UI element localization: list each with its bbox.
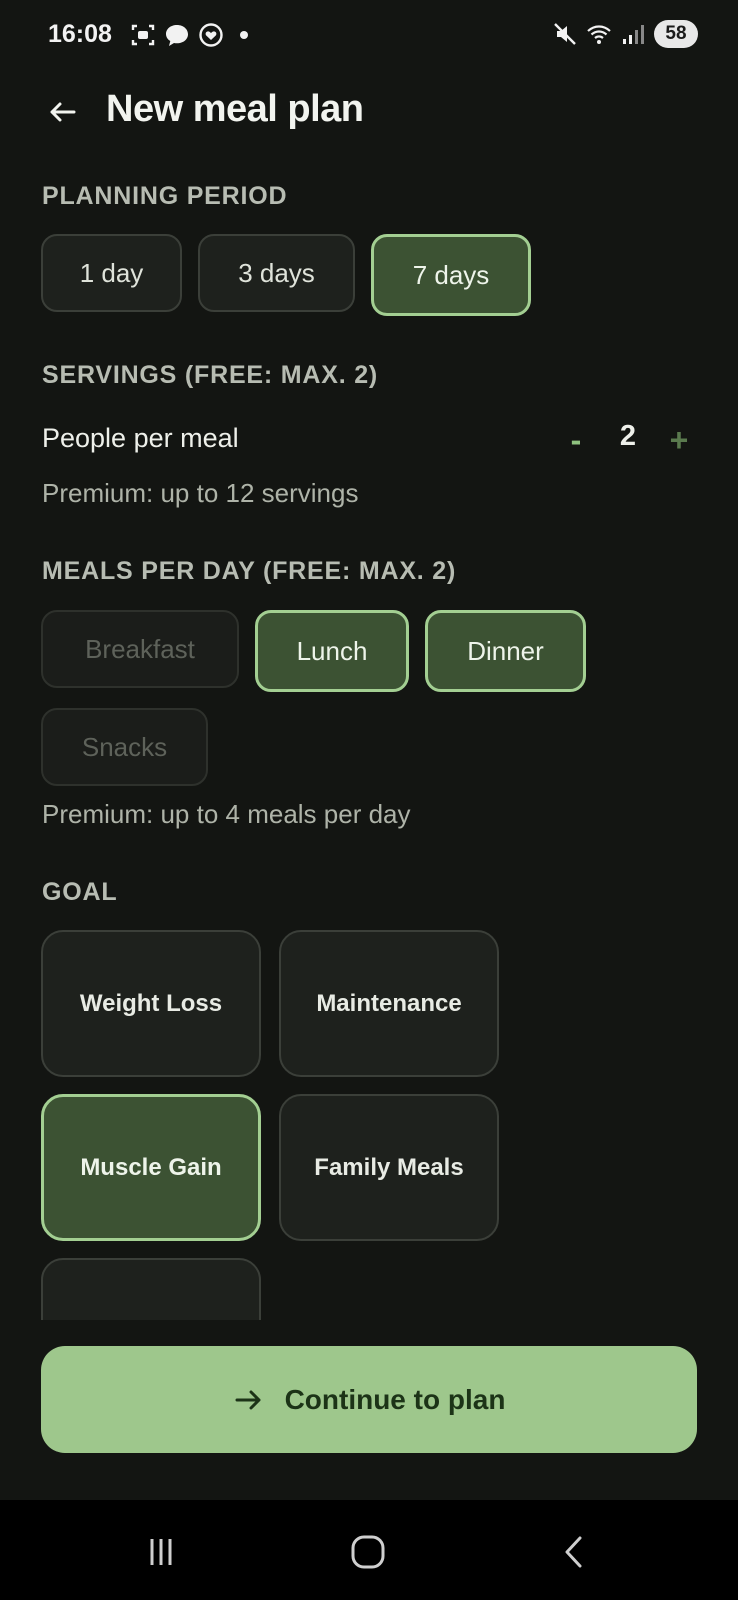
increase-servings-button[interactable]: + <box>662 420 696 460</box>
servings-label: SERVINGS (FREE: MAX. 2) <box>42 361 379 389</box>
recent-apps-button[interactable] <box>131 1530 191 1574</box>
goal-option-weight-loss[interactable]: Weight Loss <box>41 930 261 1077</box>
screen: 16:08 58 New meal plan PLANNING PERIOD 1… <box>0 0 738 1600</box>
planning-period-label: PLANNING PERIOD <box>42 182 288 210</box>
system-back-button[interactable] <box>545 1530 605 1574</box>
goal-card-label: Muscle Gain <box>80 1153 222 1181</box>
decrease-servings-button[interactable]: - <box>559 420 593 460</box>
servings-premium-note: Premium: up to 12 servings <box>42 478 359 508</box>
screenshot-icon <box>131 24 155 46</box>
period-option-3-days[interactable]: 3 days <box>198 234 355 312</box>
period-option-7-days[interactable]: 7 days <box>371 234 531 316</box>
signal-icon <box>623 25 644 44</box>
servings-value: 2 <box>619 420 637 452</box>
arrow-left-icon <box>50 102 76 122</box>
goal-card-label: Maintenance <box>316 989 462 1017</box>
arrow-right-icon <box>235 1390 261 1409</box>
chip-label: Breakfast <box>85 633 195 664</box>
goal-card-label: Family Meals <box>314 1153 464 1181</box>
status-icons-left <box>130 22 248 48</box>
chip-label: Lunch <box>296 635 368 666</box>
status-bar: 16:08 58 <box>0 0 738 72</box>
status-time: 16:08 <box>48 20 112 48</box>
chip-label: 3 days <box>238 257 315 288</box>
meal-option-lunch[interactable]: Lunch <box>255 610 409 692</box>
header: New meal plan <box>0 82 738 146</box>
wifi-icon <box>587 25 611 44</box>
meals-premium-note: Premium: up to 4 meals per day <box>42 799 411 829</box>
people-per-meal-label: People per meal <box>42 423 239 453</box>
notification-dot <box>240 31 248 39</box>
status-icons-right: 58 <box>552 20 698 48</box>
chip-label: 1 day <box>79 257 144 288</box>
recent-apps-icon <box>150 1539 172 1565</box>
goal-option-family-meals[interactable]: Family Meals <box>279 1094 499 1241</box>
back-button[interactable] <box>42 92 82 132</box>
mute-icon <box>554 23 576 45</box>
back-icon <box>565 1536 582 1568</box>
chip-label: 7 days <box>412 259 490 290</box>
chip-label: Snacks <box>81 731 168 762</box>
meal-option-snacks[interactable]: Snacks <box>41 708 208 786</box>
chat-bubble-icon <box>166 25 188 46</box>
goal-list-scroll-area <box>0 1240 738 1320</box>
home-icon <box>351 1535 385 1569</box>
heart-chat-icon <box>199 23 223 47</box>
goal-label: GOAL <box>42 878 118 906</box>
system-nav-bar <box>0 1500 738 1600</box>
meal-option-dinner[interactable]: Dinner <box>425 610 586 692</box>
period-option-1-day[interactable]: 1 day <box>41 234 182 312</box>
chip-label: Dinner <box>467 635 544 666</box>
page-title: New meal plan <box>106 88 364 130</box>
goal-option-maintenance[interactable]: Maintenance <box>279 930 499 1077</box>
continue-button[interactable]: Continue to plan <box>41 1346 697 1453</box>
goal-card-label: Weight Loss <box>79 989 223 1017</box>
home-button[interactable] <box>338 1530 398 1574</box>
goal-option-muscle-gain[interactable]: Muscle Gain <box>41 1094 261 1241</box>
meals-per-day-label: MEALS PER DAY (FREE: MAX. 2) <box>42 557 457 585</box>
meal-option-breakfast[interactable]: Breakfast <box>41 610 239 688</box>
battery-icon: 58 <box>654 20 698 48</box>
goal-option-partial[interactable] <box>41 1258 261 1320</box>
continue-button-label: Continue to plan <box>284 1383 506 1415</box>
